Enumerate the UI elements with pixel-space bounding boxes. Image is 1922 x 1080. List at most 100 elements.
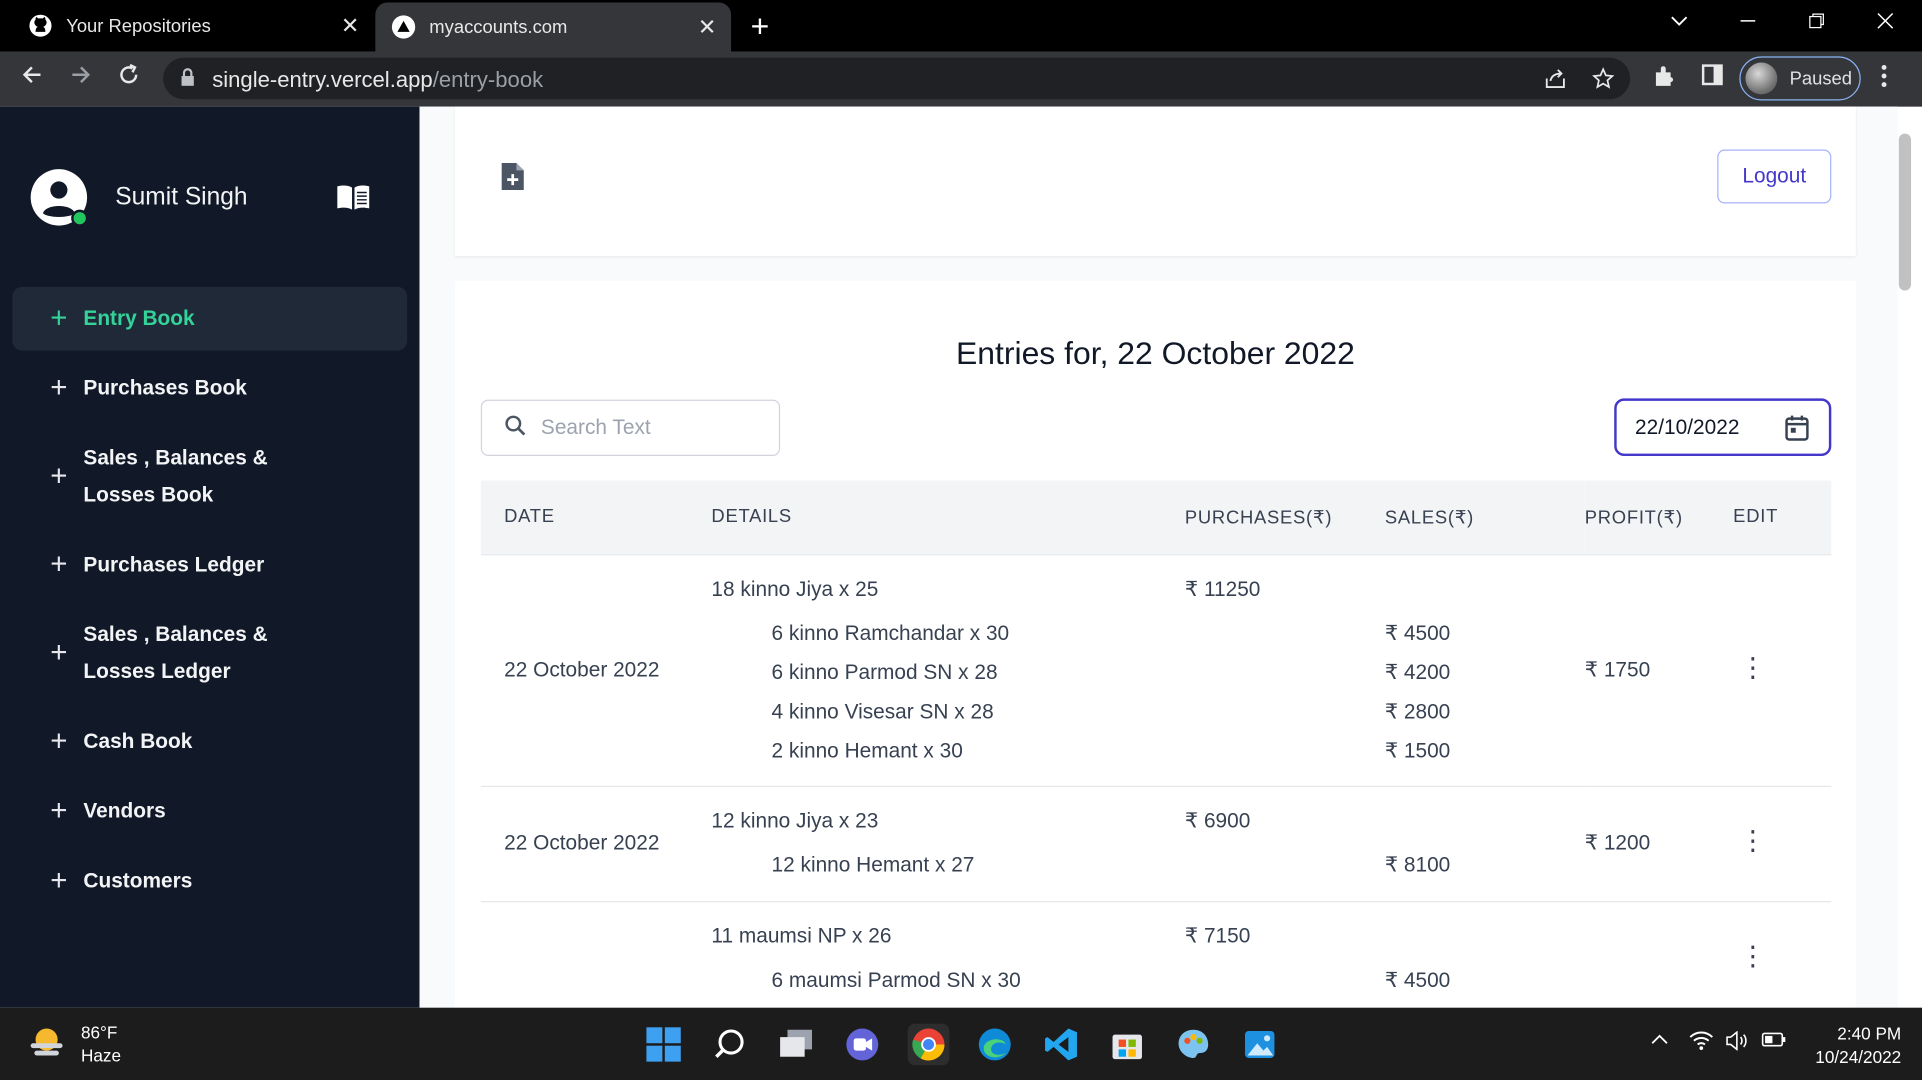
search-icon xyxy=(504,414,526,442)
purchase-detail: 11 maumsi NP x 26 xyxy=(711,924,892,948)
sale-amount: ₹ 8100 xyxy=(1384,853,1451,877)
purchase-detail: 12 kinno Jiya x 23 xyxy=(711,809,879,833)
address-bar[interactable]: single-entry.vercel.app/entry-book xyxy=(163,57,1631,100)
plus-icon: + xyxy=(50,459,68,493)
sale-detail: 4 kinno Visesar SN x 28 xyxy=(771,699,994,723)
online-status-dot xyxy=(71,209,89,227)
entry-profit xyxy=(1584,900,1734,1017)
battery-icon[interactable] xyxy=(1761,1031,1786,1054)
date-picker-input[interactable]: 22/10/2022 xyxy=(1614,398,1832,457)
search-taskbar-icon[interactable] xyxy=(709,1024,751,1066)
restore-icon[interactable] xyxy=(1808,10,1825,36)
more-options-icon[interactable]: ⋮ xyxy=(1733,827,1772,854)
reload-icon[interactable] xyxy=(117,63,142,95)
page-scrollbar[interactable] xyxy=(1898,133,1912,291)
share-icon[interactable] xyxy=(1544,67,1566,95)
weather-widget[interactable]: 86°F Haze xyxy=(27,1021,121,1068)
edge-taskbar-icon[interactable] xyxy=(974,1024,1016,1066)
sidebar-item-sales-balances-losses-ledger[interactable]: + Sales , Balances & Losses Ledger xyxy=(12,617,407,691)
start-menu-icon[interactable] xyxy=(643,1024,685,1066)
sidebar-item-label: Customers xyxy=(83,869,193,893)
sidebar-item-label: Cash Book xyxy=(83,729,193,753)
photos-taskbar-icon[interactable] xyxy=(1239,1024,1281,1066)
search-input[interactable]: Search Text xyxy=(480,399,781,457)
microsoft-store-icon[interactable] xyxy=(1106,1024,1148,1066)
more-options-icon[interactable]: ⋮ xyxy=(1733,942,1772,969)
bookmark-star-icon[interactable] xyxy=(1591,67,1615,95)
paint-taskbar-icon[interactable] xyxy=(1173,1024,1215,1066)
profile-status: Paused xyxy=(1789,68,1853,89)
search-placeholder: Search Text xyxy=(540,415,651,439)
sale-amount: ₹ 4500 xyxy=(1384,968,1451,993)
volume-icon[interactable] xyxy=(1725,1030,1750,1057)
sale-detail: 2 kinno Hemant x 30 xyxy=(771,738,963,762)
sidebar-item-vendors[interactable]: + Vendors xyxy=(12,780,407,844)
clock-time: 2:40 PM xyxy=(1837,1023,1902,1044)
vercel-icon xyxy=(390,13,417,40)
sale-amount: ₹ 4500 xyxy=(1384,620,1451,645)
browser-toolbar: single-entry.vercel.app/entry-book Pause… xyxy=(0,51,1922,107)
plus-icon: + xyxy=(50,724,68,758)
task-view-icon[interactable] xyxy=(775,1024,817,1066)
table-row: 22 October 2022 18 kinno Jiya x 25 6 kin… xyxy=(480,553,1832,786)
vscode-taskbar-icon[interactable] xyxy=(1040,1024,1082,1066)
logout-button[interactable]: Logout xyxy=(1717,149,1832,204)
main-content: Logout Entries for, 22 October 2022 Sear… xyxy=(419,106,1912,1041)
sidebar-item-sales-balances-losses-book[interactable]: + Sales , Balances & Losses Book xyxy=(12,440,407,514)
entry-profit: ₹ 1200 xyxy=(1584,785,1734,902)
sidebar-item-label: Sales , Balances & Losses Ledger xyxy=(83,622,268,683)
profile-button[interactable]: Paused xyxy=(1739,56,1861,101)
side-panel-icon[interactable] xyxy=(1701,64,1723,93)
table-row: 22 October 2022 12 kinno Jiya x 23 12 ki… xyxy=(480,785,1832,902)
github-icon xyxy=(27,12,54,39)
weather-condition: Haze xyxy=(80,1045,122,1066)
sidebar-item-label: Entry Book xyxy=(83,306,195,330)
tab-your-repositories[interactable]: Your Repositories ✕ xyxy=(0,0,374,51)
show-hidden-icons-chevron-icon[interactable] xyxy=(1650,1031,1670,1053)
sidebar-item-label: Vendors xyxy=(83,799,166,823)
sidebar-item-purchases-ledger[interactable]: + Purchases Ledger xyxy=(12,533,407,597)
purchase-detail: 18 kinno Jiya x 25 xyxy=(711,576,879,601)
browser-menu-icon[interactable] xyxy=(1880,64,1887,96)
tab-search-chevron-icon[interactable] xyxy=(1671,10,1688,36)
url-host: single-entry.vercel.app xyxy=(212,67,433,92)
close-tab-icon[interactable]: ✕ xyxy=(698,14,717,40)
lock-icon xyxy=(180,67,195,93)
back-icon[interactable] xyxy=(20,63,45,95)
sidebar-item-cash-book[interactable]: + Cash Book xyxy=(12,710,407,774)
sale-detail: 6 maumsi Parmod SN x 30 xyxy=(771,968,1021,993)
entry-details: 12 kinno Jiya x 23 12 kinno Hemant x 27 xyxy=(711,785,1185,902)
plus-icon: + xyxy=(50,371,68,405)
teams-chat-icon[interactable] xyxy=(841,1024,883,1066)
extensions-icon[interactable] xyxy=(1652,64,1677,96)
windows-taskbar: 86°F Haze 2:40 PM 10/24/2022 xyxy=(0,1007,1922,1080)
column-header-details: DETAILS xyxy=(711,506,792,528)
weather-haze-icon xyxy=(27,1024,66,1064)
sidebar-item-purchases-book[interactable]: + Purchases Book xyxy=(12,357,407,421)
page-title: Entries for, 22 October 2022 xyxy=(956,334,1355,372)
close-window-icon[interactable] xyxy=(1877,10,1894,36)
entries-table: DATE DETAILS PURCHASES(₹) SALES(₹) PROFI… xyxy=(480,480,1832,1017)
minimize-icon[interactable] xyxy=(1739,10,1756,36)
add-document-icon[interactable] xyxy=(499,161,526,199)
tab-myaccounts[interactable]: myaccounts.com ✕ xyxy=(375,2,732,52)
sidebar-item-customers[interactable]: + Customers xyxy=(12,850,407,914)
sidebar-item-label: Purchases Book xyxy=(83,376,247,400)
chrome-taskbar-icon[interactable] xyxy=(907,1023,950,1066)
plus-icon: + xyxy=(50,547,68,582)
sidebar-item-entry-book[interactable]: + Entry Book xyxy=(12,286,408,351)
sale-amount: ₹ 2800 xyxy=(1384,699,1451,723)
book-icon[interactable] xyxy=(335,183,372,219)
system-clock[interactable]: 2:40 PM 10/24/2022 xyxy=(1803,1022,1901,1069)
wifi-icon[interactable] xyxy=(1689,1031,1714,1057)
forward-icon[interactable] xyxy=(69,63,94,95)
entry-purchases: ₹ 7150 xyxy=(1184,900,1385,1017)
table-row: 11 maumsi NP x 26 6 maumsi Parmod SN x 3… xyxy=(480,900,1832,1017)
new-tab-icon[interactable]: + xyxy=(751,7,770,45)
close-tab-icon[interactable]: ✕ xyxy=(341,13,360,39)
more-options-icon[interactable]: ⋮ xyxy=(1733,653,1772,680)
sale-detail: 6 kinno Parmod SN x 28 xyxy=(771,660,998,684)
calendar-icon[interactable] xyxy=(1785,414,1810,447)
column-header-edit: EDIT xyxy=(1733,506,1779,528)
url-text: single-entry.vercel.app/entry-book xyxy=(212,67,543,93)
